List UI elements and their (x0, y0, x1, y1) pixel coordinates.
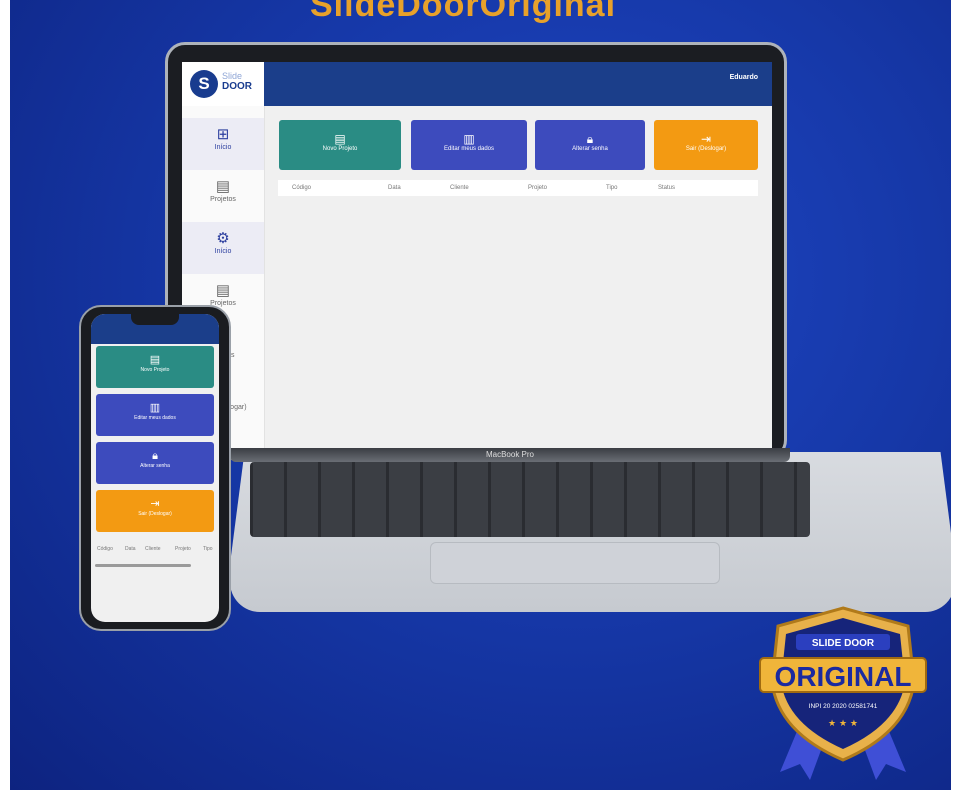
lock-icon: 🔒︎ (586, 132, 594, 146)
logo: S Slide DOOR (182, 62, 264, 106)
background: SlideDoorOriginal S Slide DOOR ⊞ Início … (10, 0, 951, 790)
column-header[interactable]: Código (292, 185, 311, 191)
phone-screen: ▤ Novo Projeto ▥ Editar meus dados 🔒︎ Al… (91, 314, 219, 622)
column-header[interactable]: Status (658, 185, 675, 191)
headline: SlideDoorOriginal (310, 0, 617, 24)
lock-icon: 🔒︎ (152, 450, 158, 462)
card-label: Editar meus dados (443, 146, 495, 152)
card-label: Novo Projeto (322, 146, 358, 152)
logout-icon: ⇥ (150, 498, 160, 510)
seal-stars: ★ ★ ★ (828, 719, 858, 729)
column-header[interactable]: Data (388, 185, 401, 191)
gear-icon: ⚙ (216, 230, 230, 247)
seal-top-text: SLIDE DOOR (812, 638, 875, 649)
card-label: Sair (Deslogar) (685, 146, 727, 152)
sidebar-item-label: Início (214, 248, 232, 255)
logout-icon: ⇥ (700, 132, 712, 146)
laptop-hinge: MacBook Pro (230, 448, 790, 462)
sidebar-item-inicio[interactable]: ⊞ Início (182, 118, 264, 170)
change-password-button[interactable]: 🔒︎ Alterar senha (535, 120, 645, 170)
table-header: Código Data Cliente Projeto Tipo Status (278, 180, 758, 196)
id-card-icon: ▥ (463, 132, 475, 146)
phone-new-project-button[interactable]: ▤ Novo Projeto (96, 346, 214, 388)
column-header[interactable]: Data (125, 546, 136, 552)
laptop-lid: S Slide DOOR ⊞ Início ▤ Projetos ⚙ Iníci… (165, 42, 787, 460)
column-header[interactable]: Projeto (528, 185, 547, 191)
sidebar-item-projetos[interactable]: ▤ Projetos (182, 170, 264, 222)
sidebar-item-inicio-2[interactable]: ⚙ Início (182, 222, 264, 274)
phone-scrollbar[interactable] (95, 564, 191, 567)
logout-button[interactable]: ⇥ Sair (Deslogar) (654, 120, 758, 170)
user-name[interactable]: Eduardo (730, 74, 758, 81)
id-card-icon: ▥ (149, 402, 161, 414)
top-bar: Eduardo (264, 62, 772, 106)
column-header[interactable]: Cliente (450, 185, 469, 191)
card-label: Novo Projeto (140, 367, 170, 373)
original-seal: SLIDE DOOR ORIGINAL INPI 20 2020 0258174… (759, 606, 927, 780)
card-label: Alterar senha (572, 146, 608, 152)
card-label: Sair (Deslogar) (138, 511, 172, 517)
column-header[interactable]: Projeto (175, 546, 191, 552)
column-header[interactable]: Código (97, 546, 113, 552)
seal-main-text: ORIGINAL (775, 661, 912, 692)
logo-text-bottom: DOOR (222, 81, 252, 92)
keyboard (250, 462, 810, 537)
column-header[interactable]: Tipo (606, 185, 617, 191)
new-project-button[interactable]: ▤ Novo Projeto (279, 120, 401, 170)
clipboard-icon: ▤ (334, 132, 346, 146)
sidebar-item-label: Início (214, 144, 232, 151)
edit-data-button[interactable]: ▥ Editar meus dados (411, 120, 527, 170)
grid-icon: ⊞ (216, 126, 230, 143)
phone: ▤ Novo Projeto ▥ Editar meus dados 🔒︎ Al… (79, 305, 231, 631)
card-label: Alterar senha (140, 463, 170, 469)
trackpad (430, 542, 720, 584)
seal-registry-text: INPI 20 2020 02581741 (809, 703, 878, 710)
laptop-screen: S Slide DOOR ⊞ Início ▤ Projetos ⚙ Iníci… (182, 62, 772, 454)
sidebar-item-label: Projetos (210, 196, 236, 203)
phone-change-password-button[interactable]: 🔒︎ Alterar senha (96, 442, 214, 484)
phone-notch (131, 314, 179, 325)
phone-table-header: Código Data Cliente Projeto Tipo (91, 538, 219, 558)
clipboard-icon: ▤ (149, 354, 161, 366)
card-label: Editar meus dados (134, 415, 176, 421)
phone-logout-button[interactable]: ⇥ Sair (Deslogar) (96, 490, 214, 532)
clipboard-icon: ▤ (215, 178, 231, 195)
column-header[interactable]: Tipo (203, 546, 213, 552)
phone-edit-data-button[interactable]: ▥ Editar meus dados (96, 394, 214, 436)
logo-icon: S (190, 70, 218, 98)
column-header[interactable]: Cliente (145, 546, 161, 552)
logo-text-top: Slide (222, 71, 243, 81)
clipboard-icon: ▤ (215, 282, 231, 299)
